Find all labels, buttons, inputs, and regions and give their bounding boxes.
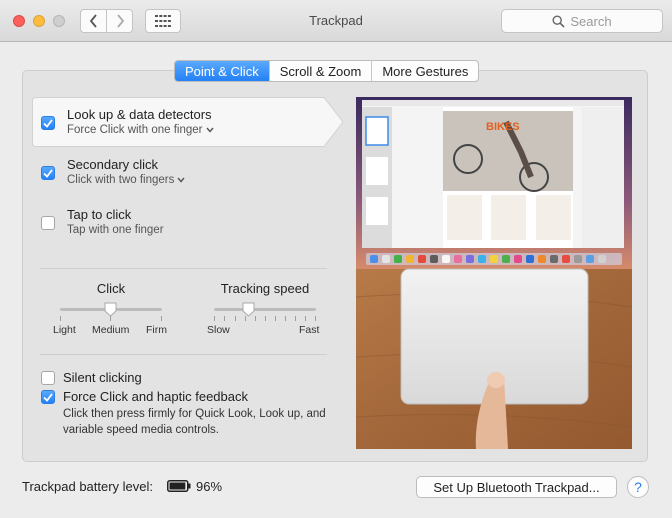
tab-bar: Point & Click Scroll & Zoom More Gesture…: [174, 60, 480, 82]
click-label-firm: Firm: [146, 324, 167, 336]
tracking-slider-tick: [265, 316, 266, 321]
force-click-label: Force Click and haptic feedback: [63, 389, 248, 404]
click-slider-tick: [60, 316, 61, 321]
tab-more-gestures[interactable]: More Gestures: [371, 61, 478, 81]
tracking-slider-tick: [224, 316, 225, 321]
tracking-slider-tick: [315, 316, 316, 321]
battery-icon: [167, 480, 191, 492]
tracking-slider-tick: [235, 316, 236, 321]
tracking-label-slow: Slow: [207, 324, 230, 336]
chevron-down-icon: [177, 174, 185, 186]
tracking-slider-tick: [214, 316, 215, 321]
force-click-checkbox[interactable]: [41, 390, 55, 404]
lookup-subtitle: Force Click with one finger: [67, 124, 203, 136]
tab-point-click[interactable]: Point & Click: [175, 61, 269, 81]
battery-label: Trackpad battery level:: [22, 479, 154, 494]
click-slider-tick: [161, 316, 162, 321]
checkmark-icon: [43, 118, 53, 128]
tracking-slider-track: [214, 308, 316, 311]
battery-percent: 96%: [196, 479, 223, 494]
battery-fill: [169, 482, 186, 490]
title-bar: Trackpad Search: [0, 0, 672, 42]
chevron-down-icon: [205, 124, 214, 136]
tracking-slider-tick: [255, 316, 256, 321]
lookup-checkbox[interactable]: [41, 116, 55, 130]
divider: [40, 268, 327, 269]
tap-to-click-title: Tap to click: [67, 207, 132, 222]
checkmark-icon: [43, 168, 53, 178]
click-slider-knob[interactable]: [104, 302, 117, 317]
click-label-light: Light: [53, 324, 76, 336]
tracking-slider-tick: [285, 316, 286, 321]
tap-to-click-checkbox[interactable]: [41, 216, 55, 230]
tracking-slider-knob[interactable]: [242, 302, 255, 317]
tap-to-click-subtitle: Tap with one finger: [67, 224, 164, 236]
secondary-click-checkbox[interactable]: [41, 166, 55, 180]
tracking-slider-tick: [275, 316, 276, 321]
silent-clicking-checkbox[interactable]: [41, 371, 55, 385]
selected-row-highlight: [32, 97, 344, 147]
secondary-click-subtitle: Click with two fingers: [67, 174, 175, 186]
secondary-click-title: Secondary click: [67, 157, 159, 172]
tracking-slider-tick: [295, 316, 296, 321]
tracking-slider-title: Tracking speed: [220, 281, 310, 296]
search-field[interactable]: Search: [501, 9, 663, 33]
tab-scroll-zoom[interactable]: Scroll & Zoom: [268, 61, 372, 81]
tracking-slider-tick: [305, 316, 306, 321]
lookup-title: Look up & data detectors: [67, 107, 212, 122]
secondary-click-dropdown[interactable]: Click with two fingers: [67, 174, 185, 186]
force-click-description: Click then press firmly for Quick Look, …: [63, 408, 326, 436]
checkmark-icon: [43, 392, 53, 402]
preview-illustration: BIKES: [356, 97, 632, 449]
lookup-dropdown[interactable]: Force Click with one finger: [67, 124, 214, 136]
silent-clicking-label: Silent clicking: [63, 370, 142, 385]
search-icon: [552, 14, 565, 28]
setup-bluetooth-trackpad-button[interactable]: Set Up Bluetooth Trackpad...: [416, 476, 617, 498]
help-button[interactable]: ?: [627, 476, 649, 498]
click-slider-title: Click: [96, 281, 126, 296]
click-label-medium: Medium: [92, 324, 130, 336]
divider: [40, 354, 327, 355]
tracking-label-fast: Fast: [299, 324, 320, 336]
gesture-preview: BIKES: [356, 97, 632, 449]
preview-doc-heading: BIKES: [486, 121, 520, 133]
search-placeholder: Search: [570, 13, 612, 29]
